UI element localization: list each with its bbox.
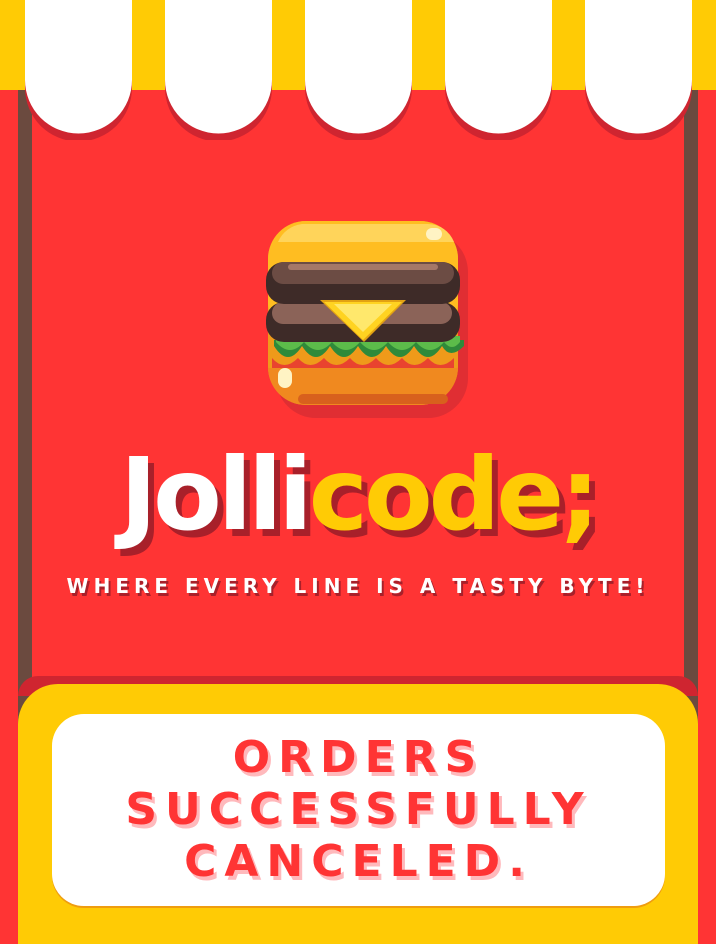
status-line-2: SUCCESSFULLY [125,784,592,835]
brand-name-white: Jolli [119,436,313,553]
status-message: ORDERS SUCCESSFULLY CANCELED. [125,732,591,888]
status-line-3: CANCELED. [184,836,533,887]
striped-awning [0,0,716,140]
brand-name-yellow: code; [308,436,600,553]
brand-wordmark: Jollicode; [0,445,716,545]
burger-icon [266,221,468,418]
status-panel: ORDERS SUCCESSFULLY CANCELED. [52,714,665,906]
tagline: WHERE EVERY LINE IS A TASTY BYTE! [66,574,650,598]
status-line-1: ORDERS [232,732,485,783]
